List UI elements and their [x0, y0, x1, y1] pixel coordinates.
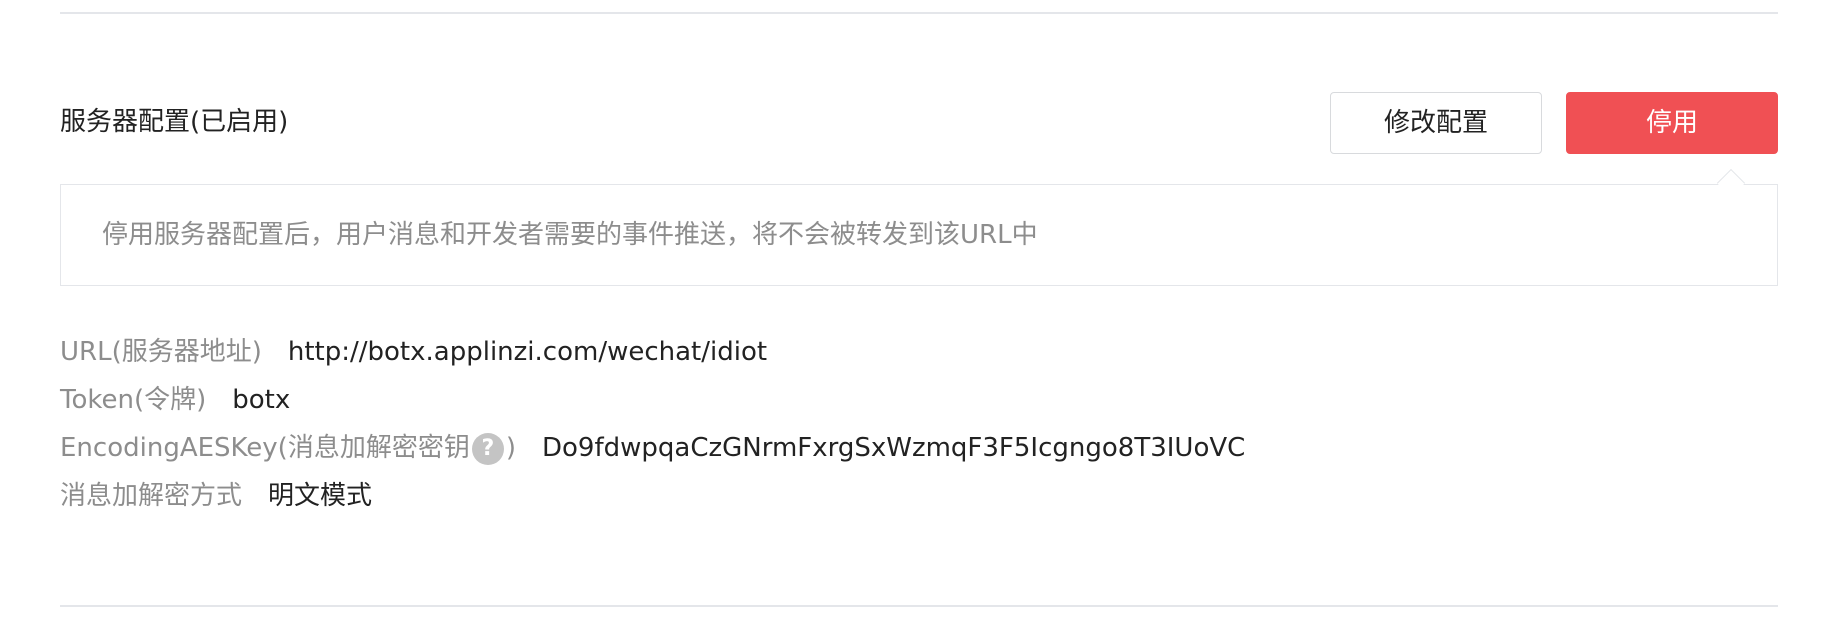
top-divider [60, 12, 1778, 14]
aes-key-value: Do9fdwpqaCzGNrmFxrgSxWzmqF3F5Icgngo8T3IU… [541, 433, 1246, 463]
question-circle-icon[interactable]: ? [471, 432, 504, 465]
aes-key-row: EncodingAESKey(消息加解密密钥?) Do9fdwpqaCzGNrmF… [60, 428, 1245, 468]
encrypt-mode-row: 消息加解密方式 明文模式 [60, 476, 372, 516]
token-label: Token(令牌) [60, 385, 207, 415]
url-row: URL(服务器地址) http://botx.applinzi.com/wecha… [60, 332, 767, 372]
url-label: URL(服务器地址) [60, 337, 262, 367]
tip-text: 停用服务器配置后，用户消息和开发者需要的事件推送，将不会被转发到该URL中 [102, 220, 1038, 250]
modify-config-button[interactable]: 修改配置 [1330, 92, 1542, 154]
token-value: botx [232, 385, 291, 415]
token-row: Token(令牌) botx [60, 380, 290, 420]
encrypt-mode-label: 消息加解密方式 [60, 481, 243, 511]
disable-button[interactable]: 停用 [1566, 92, 1778, 154]
aes-key-label: EncodingAESKey(消息加解密密钥?) [60, 432, 516, 465]
aes-key-label-suffix: ) [505, 433, 516, 463]
bottom-divider [60, 605, 1778, 607]
disable-tip-popover: 停用服务器配置后，用户消息和开发者需要的事件推送，将不会被转发到该URL中 [60, 168, 1778, 286]
tip-arrow [1716, 168, 1746, 198]
encrypt-mode-value: 明文模式 [268, 481, 373, 511]
section-title: 服务器配置(已启用) [60, 107, 289, 137]
aes-key-label-prefix: EncodingAESKey(消息加解密密钥 [60, 433, 470, 463]
url-value: http://botx.applinzi.com/wechat/idiot [287, 337, 768, 367]
